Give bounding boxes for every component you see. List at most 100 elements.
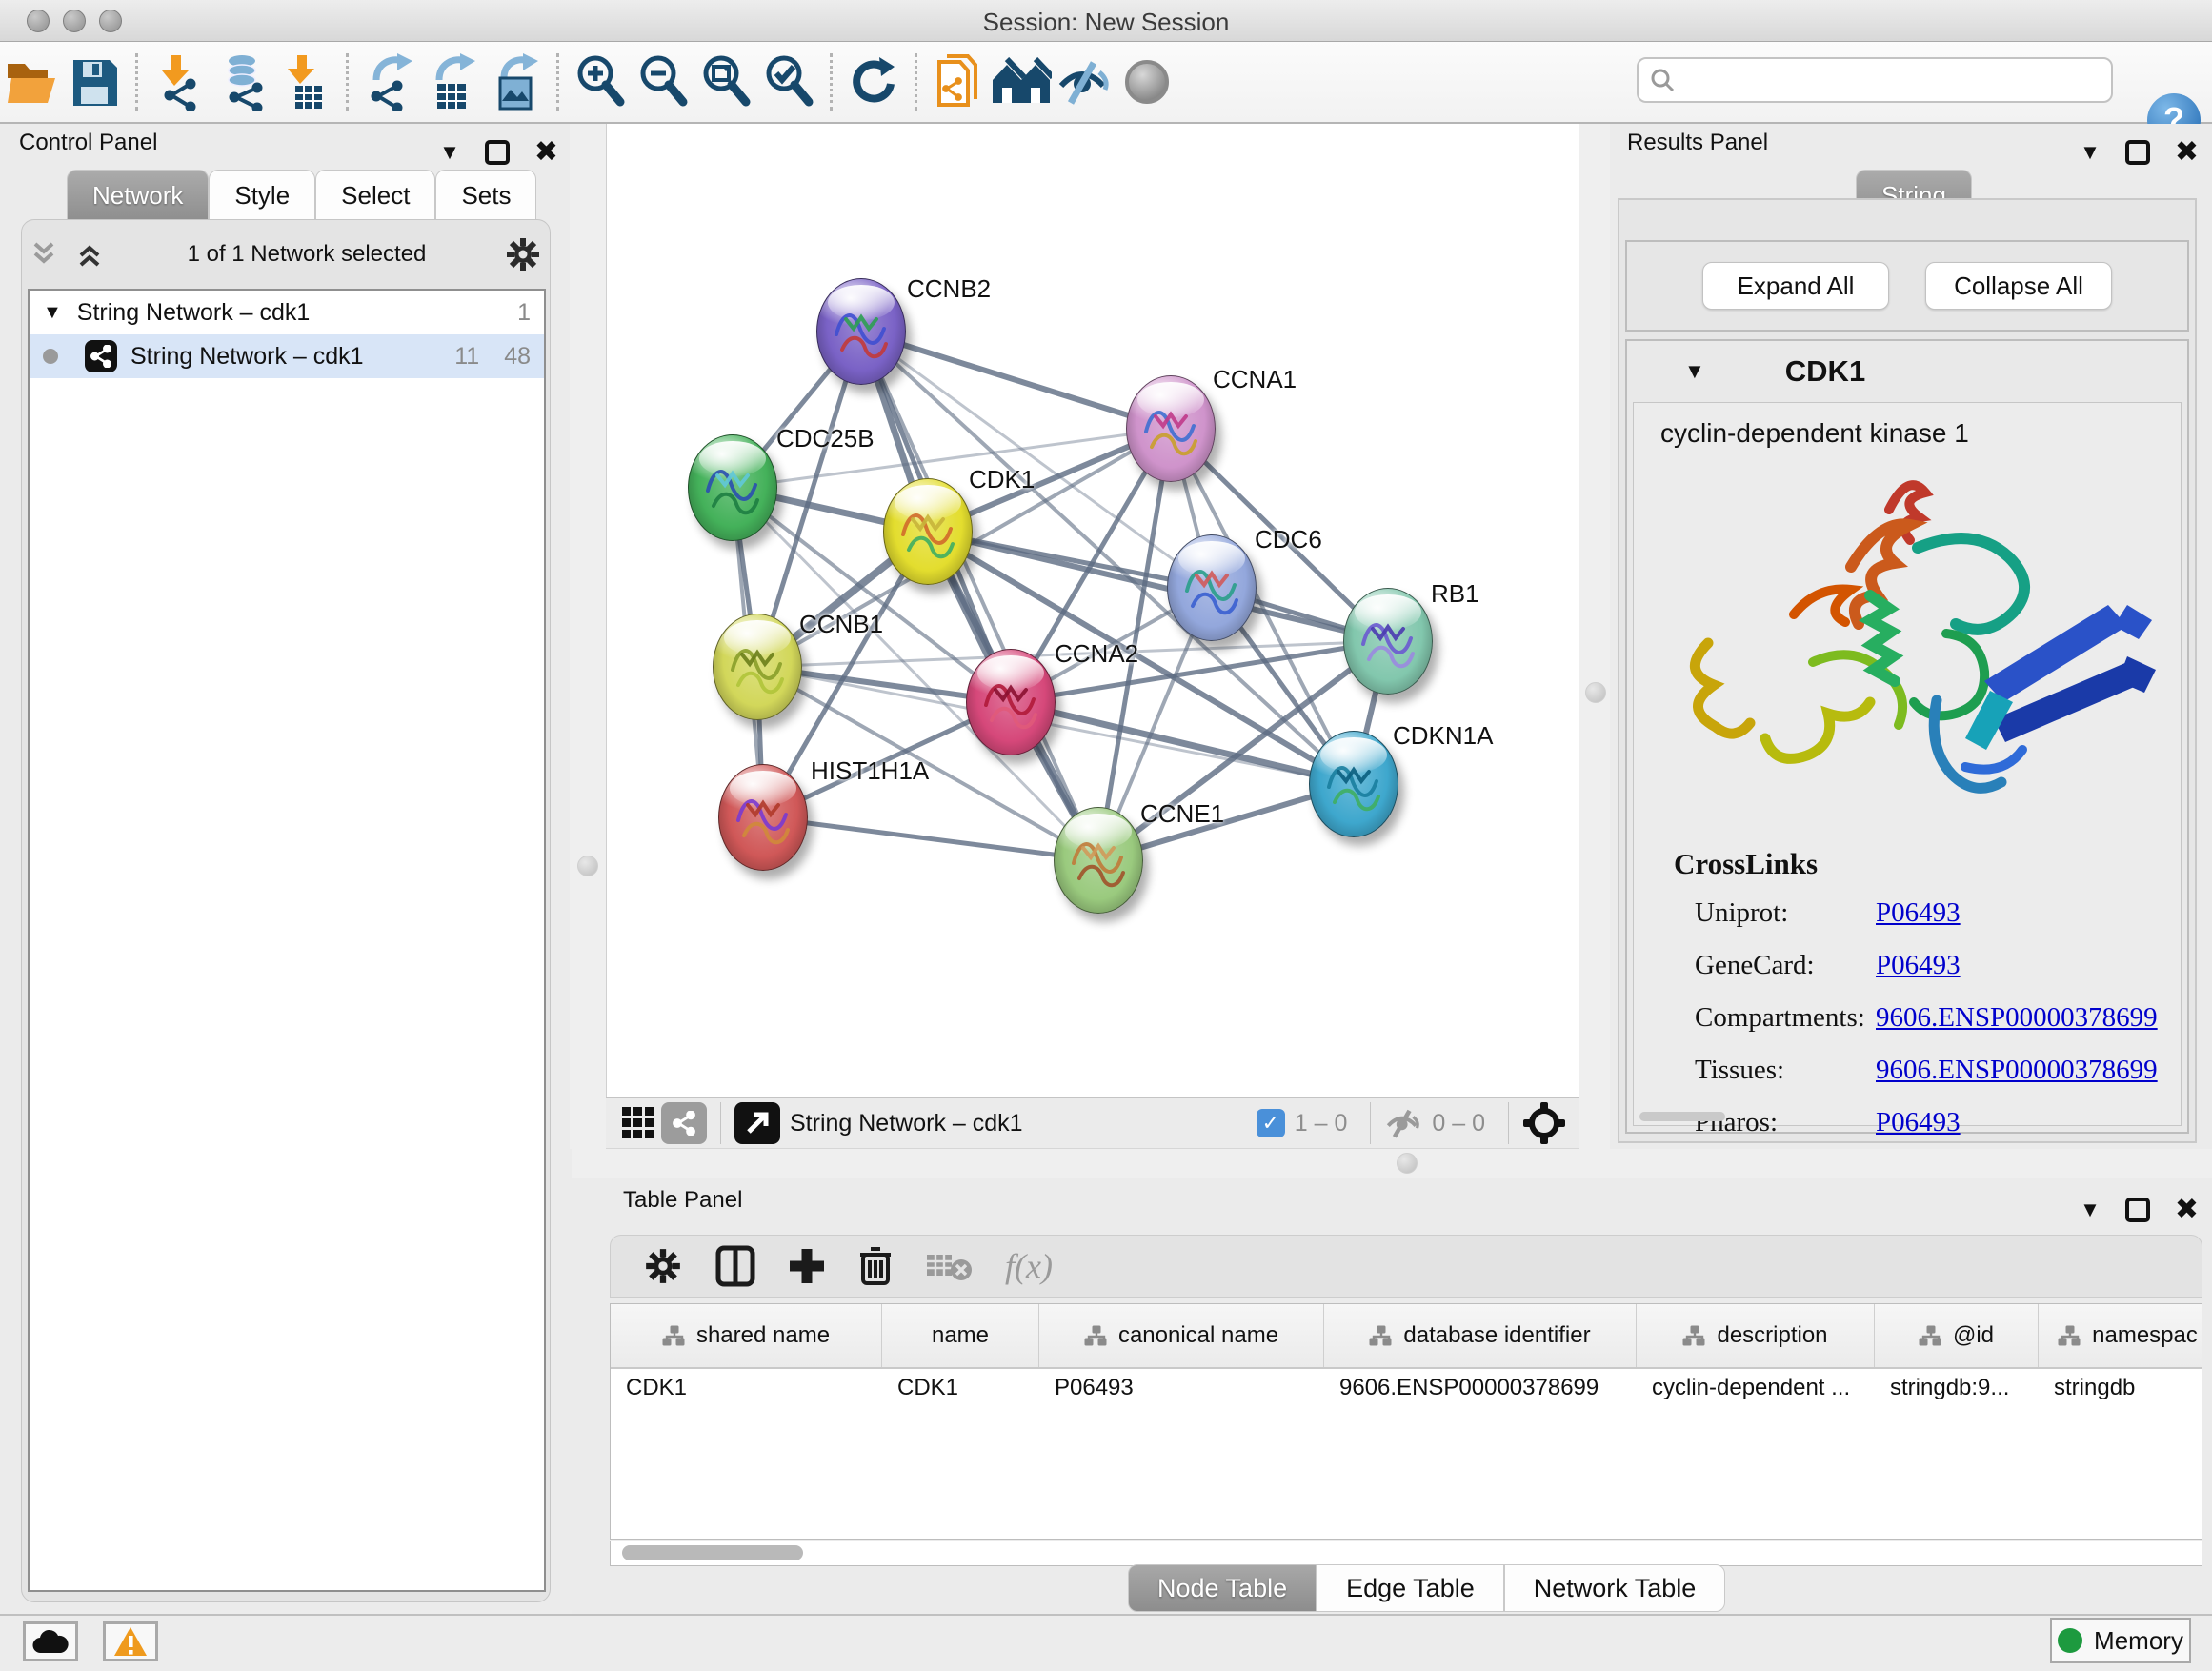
search-input[interactable] xyxy=(1675,67,2094,93)
splitter-handle[interactable] xyxy=(1397,1153,1418,1174)
apply-layout-button[interactable] xyxy=(842,49,905,115)
crosslink-value-link[interactable]: P06493 xyxy=(1876,950,1961,981)
open-in-new-window-button[interactable] xyxy=(734,1102,780,1144)
network-node-HIST1H1A[interactable] xyxy=(718,764,808,871)
tab-select[interactable]: Select xyxy=(315,170,435,221)
import-table-file-button[interactable] xyxy=(273,49,336,115)
horizontal-splitter[interactable] xyxy=(572,1149,2212,1178)
import-network-from-database-button[interactable] xyxy=(211,49,273,115)
table-row[interactable]: CDK1CDK1P064939606.ENSP00000378699cyclin… xyxy=(611,1369,2202,1409)
table-cell[interactable]: 9606.ENSP00000378699 xyxy=(1324,1369,1637,1409)
crosslink-value-link[interactable]: 9606.ENSP00000378699 xyxy=(1876,1055,2158,1086)
edge-CCNB2-CCNA1[interactable] xyxy=(861,332,1171,429)
network-options-gear-icon[interactable] xyxy=(504,235,542,273)
section-expander-icon[interactable]: ▼ xyxy=(1684,359,1705,384)
export-network-button[interactable] xyxy=(358,49,421,115)
birdseye-view-button[interactable] xyxy=(615,1102,661,1144)
table-cell[interactable]: stringdb xyxy=(2039,1369,2202,1409)
column-header-database-identifier[interactable]: database identifier xyxy=(1324,1304,1637,1367)
open-session-button[interactable] xyxy=(0,49,63,115)
collapse-panel-icon[interactable]: ▼ xyxy=(2080,140,2101,165)
cloud-status-button[interactable] xyxy=(23,1621,78,1661)
network-node-CDKN1A[interactable] xyxy=(1309,731,1398,837)
search-field[interactable] xyxy=(1637,57,2113,103)
add-column-icon[interactable] xyxy=(788,1247,826,1285)
table-cell[interactable]: P06493 xyxy=(1039,1369,1324,1409)
save-session-button[interactable] xyxy=(63,49,126,115)
tab-sets[interactable]: Sets xyxy=(435,170,536,221)
crosslink-value-link[interactable]: P06493 xyxy=(1876,1107,1961,1138)
network-canvas[interactable]: CCNB2CCNA1CDC25BCDK1CDC6RB1CCNB1CCNA2CDK… xyxy=(606,124,1579,1097)
collapse-all-icon[interactable] xyxy=(31,240,64,269)
zoom-selected-button[interactable] xyxy=(757,49,820,115)
node-table[interactable]: shared namenamecanonical namedatabase id… xyxy=(610,1303,2202,1540)
collapse-panel-icon[interactable]: ▼ xyxy=(439,140,460,165)
crosslink-value-link[interactable]: P06493 xyxy=(1876,897,1961,929)
column-header-description[interactable]: description xyxy=(1637,1304,1875,1367)
column-header-@id[interactable]: @id xyxy=(1875,1304,2039,1367)
hide-unhide-button[interactable] xyxy=(1053,49,1116,115)
card-scrollbar-thumb[interactable] xyxy=(1639,1112,1725,1121)
float-panel-icon[interactable] xyxy=(2125,1198,2150,1222)
pan-crosshair-icon[interactable] xyxy=(1522,1101,1566,1145)
expand-all-icon[interactable] xyxy=(77,240,110,269)
tab-network-table[interactable]: Network Table xyxy=(1504,1564,1726,1612)
string-import-button[interactable] xyxy=(927,49,990,115)
expand-all-button[interactable]: Expand All xyxy=(1702,262,1889,310)
network-node-CCNA1[interactable] xyxy=(1126,375,1216,482)
network-node-RB1[interactable] xyxy=(1343,588,1433,695)
column-header-namespac[interactable]: namespac xyxy=(2039,1304,2202,1367)
float-panel-icon[interactable] xyxy=(485,140,510,165)
collapse-all-button[interactable]: Collapse All xyxy=(1925,262,2112,310)
control-panel-title: Control Panel xyxy=(19,130,157,156)
show-columns-icon[interactable] xyxy=(715,1245,755,1287)
network-node-CDC6[interactable] xyxy=(1167,534,1257,641)
table-horizontal-scrollbar[interactable] xyxy=(610,1541,2202,1566)
crosslink-value-link[interactable]: 9606.ENSP00000378699 xyxy=(1876,1002,2158,1034)
column-header-shared-name[interactable]: shared name xyxy=(611,1304,882,1367)
memory-button[interactable]: Memory xyxy=(2050,1618,2191,1663)
close-panel-icon[interactable]: ✖ xyxy=(2175,135,2199,169)
tab-edge-table[interactable]: Edge Table xyxy=(1317,1564,1504,1612)
delete-column-icon[interactable] xyxy=(858,1245,893,1287)
tab-node-table[interactable]: Node Table xyxy=(1128,1564,1317,1612)
tab-style[interactable]: Style xyxy=(209,170,315,221)
left-splitter[interactable] xyxy=(570,124,606,1149)
export-table-button[interactable] xyxy=(421,49,484,115)
network-node-CDC25B[interactable] xyxy=(688,434,777,541)
column-header-name[interactable]: name xyxy=(882,1304,1039,1367)
float-panel-icon[interactable] xyxy=(2125,140,2150,165)
warnings-button[interactable] xyxy=(103,1621,158,1661)
string-home-button[interactable] xyxy=(990,49,1053,115)
tab-network[interactable]: Network xyxy=(67,170,209,221)
column-header-canonical-name[interactable]: canonical name xyxy=(1039,1304,1324,1367)
network-node-CCNE1[interactable] xyxy=(1054,807,1143,914)
close-panel-icon[interactable]: ✖ xyxy=(2175,1193,2199,1226)
table-options-gear-icon[interactable] xyxy=(643,1246,683,1286)
splitter-handle[interactable] xyxy=(1585,682,1606,703)
collapse-panel-icon[interactable]: ▼ xyxy=(2080,1198,2101,1222)
network-collection-row[interactable]: ▼ String Network – cdk1 1 xyxy=(30,291,544,334)
selected-counts-checkbox[interactable]: ✓ xyxy=(1257,1109,1285,1137)
network-node-CCNA2[interactable] xyxy=(966,649,1056,755)
table-cell[interactable]: stringdb:9... xyxy=(1875,1369,2039,1409)
tree-expander-icon[interactable]: ▼ xyxy=(43,302,62,324)
splitter-handle[interactable] xyxy=(577,856,598,876)
import-network-file-button[interactable] xyxy=(148,49,211,115)
scrollbar-thumb[interactable] xyxy=(622,1545,803,1560)
export-image-button[interactable] xyxy=(484,49,547,115)
network-node-CCNB1[interactable] xyxy=(713,614,802,720)
network-row[interactable]: String Network – cdk1 11 48 xyxy=(30,334,544,378)
table-cell[interactable]: CDK1 xyxy=(611,1369,882,1409)
table-cell[interactable]: cyclin-dependent ... xyxy=(1637,1369,1875,1409)
network-node-CCNB2[interactable] xyxy=(816,278,906,385)
edge-HIST1H1A-CCNE1[interactable] xyxy=(763,817,1098,860)
zoom-fit-button[interactable] xyxy=(694,49,757,115)
network-share-badge[interactable] xyxy=(661,1102,707,1144)
close-panel-icon[interactable]: ✖ xyxy=(534,135,558,169)
zoom-out-button[interactable] xyxy=(632,49,694,115)
network-node-CDK1[interactable] xyxy=(883,478,973,585)
table-cell[interactable]: CDK1 xyxy=(882,1369,1039,1409)
inspect-sphere-button[interactable] xyxy=(1116,49,1178,115)
zoom-in-button[interactable] xyxy=(569,49,632,115)
